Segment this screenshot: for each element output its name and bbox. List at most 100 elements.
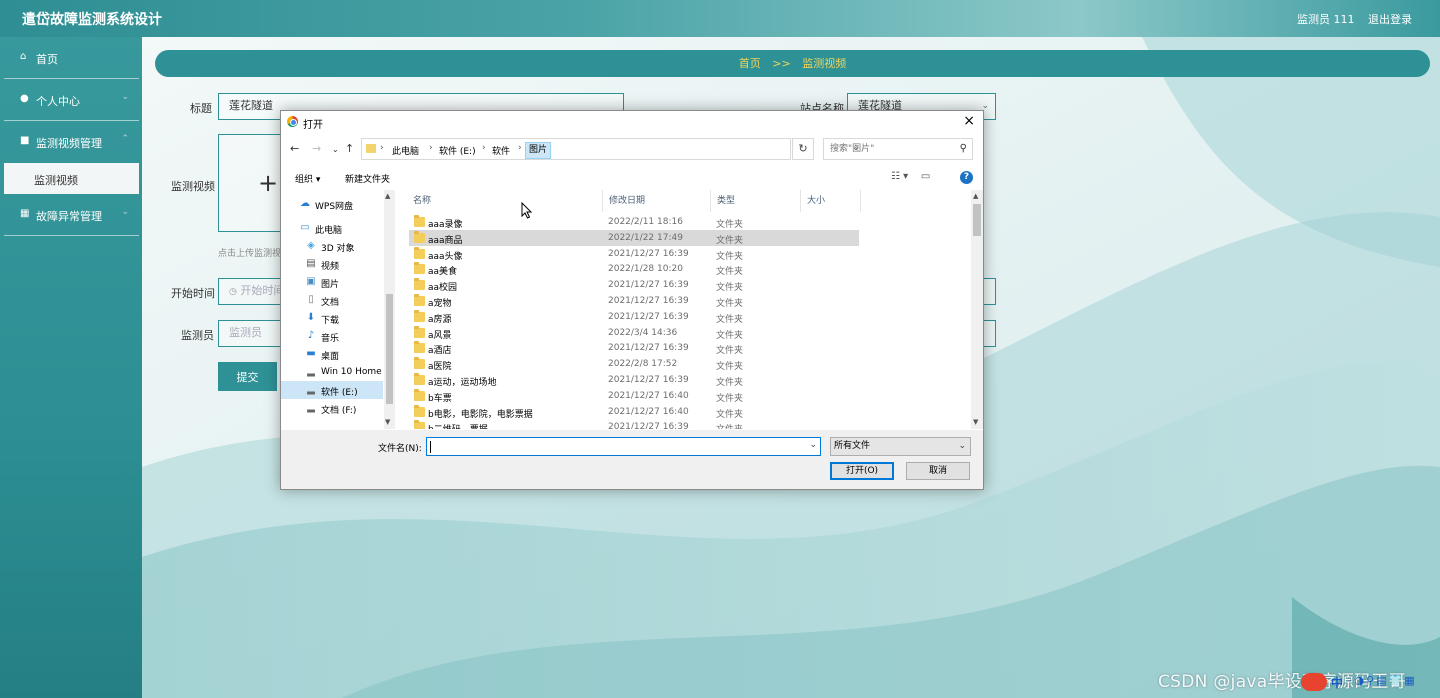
file-row[interactable]: b车票 2021/12/27 16:40 文件夹: [409, 388, 859, 404]
sidebar-item-fault-management[interactable]: ▦ 故障异常管理 ⌄: [4, 194, 139, 236]
back-arrow-icon[interactable]: ←: [290, 142, 299, 155]
search-input[interactable]: 搜索"图片" ⚲: [823, 138, 973, 160]
path-segment-current[interactable]: 图片: [525, 142, 552, 159]
nav-item-this-pc[interactable]: ▭ 此电脑: [281, 219, 383, 237]
scroll-up-icon[interactable]: ▲: [385, 192, 390, 200]
nav-item-music[interactable]: ♪ 音乐: [281, 327, 383, 345]
file-name: aaa商品: [428, 235, 463, 246]
help-icon[interactable]: ?: [960, 171, 973, 184]
search-placeholder: 搜索"图片": [830, 144, 875, 154]
file-list-scrollbar[interactable]: ▲ ▼: [971, 190, 983, 429]
nav-item-drive-e[interactable]: ▂ 软件 (E:): [281, 381, 383, 399]
file-type: 文件夹: [716, 314, 744, 325]
sidebar-subitem-monitor-video[interactable]: 监测视频: [4, 163, 139, 194]
scroll-down-icon[interactable]: ▼: [973, 418, 978, 426]
file-name: a运动，运动场地: [428, 378, 497, 388]
file-row[interactable]: b电影，电影院，电影票据 2021/12/27 16:40 文件夹: [409, 404, 859, 420]
chevron-down-icon: ⌄: [121, 92, 129, 102]
monitor-placeholder: 监测员: [229, 326, 262, 339]
column-header-date[interactable]: 修改日期: [603, 190, 711, 212]
file-type: 文件夹: [716, 251, 744, 262]
folder-icon: [414, 309, 425, 322]
sidebar-item-profile[interactable]: ● 个人中心 ⌄: [4, 79, 139, 121]
close-button[interactable]: ×: [963, 113, 975, 129]
filename-input[interactable]: ⌄: [426, 437, 821, 456]
path-segment[interactable]: 软件: [492, 144, 510, 157]
nav-item-pictures[interactable]: ▣ 图片: [281, 273, 383, 291]
nav-scrollbar[interactable]: ▲ ▼: [384, 190, 395, 429]
nav-item-label: 图片: [321, 280, 340, 290]
nav-item-drive-f[interactable]: ▂ 文档 (F:): [281, 399, 383, 417]
submit-button[interactable]: 提交: [218, 362, 277, 391]
nav-item-downloads[interactable]: ⬇ 下载: [281, 309, 383, 327]
scroll-down-icon[interactable]: ▼: [385, 418, 390, 426]
file-row[interactable]: aaa头像 2021/12/27 16:39 文件夹: [409, 246, 859, 262]
nav-item-desktop[interactable]: ▬ 桌面: [281, 345, 383, 363]
sidebar-item-home[interactable]: ⌂ 首页: [4, 37, 139, 79]
path-segment[interactable]: 软件 (E:): [439, 144, 476, 157]
scrollbar-thumb[interactable]: [973, 204, 981, 236]
nav-item-video[interactable]: ▤ 视频: [281, 255, 383, 273]
organize-button[interactable]: 组织 ▾: [295, 172, 320, 185]
open-button[interactable]: 打开(O): [830, 462, 894, 480]
column-header-name[interactable]: 名称: [407, 190, 603, 212]
nav-item-label: 音乐: [321, 334, 340, 344]
address-bar[interactable]: › 此电脑 › 软件 (E:) › 软件 › 图片 ⌄: [361, 138, 860, 160]
file-row[interactable]: a风景 2022/3/4 14:36 文件夹: [409, 325, 859, 341]
file-row[interactable]: b二维码，票据 2021/12/27 16:39 文件夹: [409, 419, 859, 429]
chevron-right-icon: ›: [429, 143, 433, 153]
file-row[interactable]: a酒店 2021/12/27 16:39 文件夹: [409, 340, 859, 356]
scrollbar-thumb[interactable]: [386, 294, 393, 404]
view-options-icon[interactable]: ☷ ▾ ▭: [891, 171, 930, 182]
nav-item-documents[interactable]: ▯ 文档: [281, 291, 383, 309]
sidebar-item-video-management[interactable]: ■ 监测视频管理 ⌃: [4, 121, 139, 163]
sidebar-item-label: 故障异常管理: [36, 210, 102, 223]
chevron-down-icon: ⌄: [121, 207, 129, 217]
clock-icon: ◷: [229, 287, 237, 297]
folder-icon: [414, 278, 425, 291]
file-row[interactable]: aa校园 2021/12/27 16:39 文件夹: [409, 277, 859, 293]
file-date: 2021/12/27 16:39: [608, 375, 689, 385]
sidebar-subitem-label: 监测视频: [34, 174, 78, 187]
path-segment[interactable]: 此电脑: [392, 144, 419, 157]
file-name: a酒店: [428, 346, 452, 357]
sidebar-item-label: 监测视频管理: [36, 137, 102, 150]
nav-item-label: 下载: [321, 316, 340, 326]
file-name: aaa录像: [428, 220, 463, 230]
file-row[interactable]: a房源 2021/12/27 16:39 文件夹: [409, 309, 859, 325]
forward-arrow-icon[interactable]: →: [312, 142, 321, 155]
ime-toolbar[interactable]: 中 ·◑⚲▤👕▦: [1301, 671, 1431, 693]
file-date: 2021/12/27 16:39: [608, 280, 689, 291]
nav-item-win10[interactable]: ▂ Win 10 Home: [281, 363, 383, 381]
chevron-down-icon[interactable]: ⌄: [809, 440, 817, 450]
column-header-type[interactable]: 类型: [711, 190, 801, 212]
file-row[interactable]: a医院 2022/2/8 17:52 文件夹: [409, 356, 859, 372]
app-title: 遣岱故障监测系统设计: [22, 12, 162, 28]
logout-link[interactable]: 退出登录: [1368, 11, 1412, 27]
nav-item-wps[interactable]: ☁ WPS网盘: [281, 195, 383, 213]
cancel-button[interactable]: 取消: [906, 462, 970, 480]
folder-icon: [414, 325, 425, 338]
file-row[interactable]: aa美食 2022/1/28 10:20 文件夹: [409, 261, 859, 277]
refresh-icon[interactable]: ↻: [792, 138, 814, 160]
nav-item-3d[interactable]: ◈ 3D 对象: [281, 237, 383, 255]
current-user-label: 监测员 111: [1297, 13, 1355, 26]
new-folder-button[interactable]: 新建文件夹: [345, 172, 390, 185]
breadcrumb-separator: >>: [772, 57, 791, 70]
up-arrow-icon[interactable]: ↑: [345, 142, 354, 155]
file-row[interactable]: aaa录像 2022/2/11 18:16 文件夹: [409, 214, 859, 230]
file-row[interactable]: aaa商品 2022/1/22 17:49 文件夹: [409, 229, 859, 246]
nav-item-label: 软件 (E:): [321, 388, 358, 398]
folder-icon: [414, 215, 425, 227]
file-name: aaa头像: [428, 251, 463, 262]
breadcrumb-home[interactable]: 首页: [739, 57, 761, 70]
column-header-size[interactable]: 大小: [801, 190, 861, 212]
file-row[interactable]: a运动，运动场地 2021/12/27 16:39 文件夹: [409, 372, 859, 388]
scroll-up-icon[interactable]: ▲: [973, 192, 978, 200]
file-type-select[interactable]: 所有文件 ⌄: [830, 437, 971, 456]
file-row[interactable]: a宠物 2021/12/27 16:39 文件夹: [409, 293, 859, 309]
music-icon: ♪: [307, 330, 315, 341]
recent-dropdown-icon[interactable]: ⌄: [332, 145, 339, 154]
folder-icon: [414, 420, 425, 429]
picture-folder-icon: ▣: [306, 276, 316, 287]
